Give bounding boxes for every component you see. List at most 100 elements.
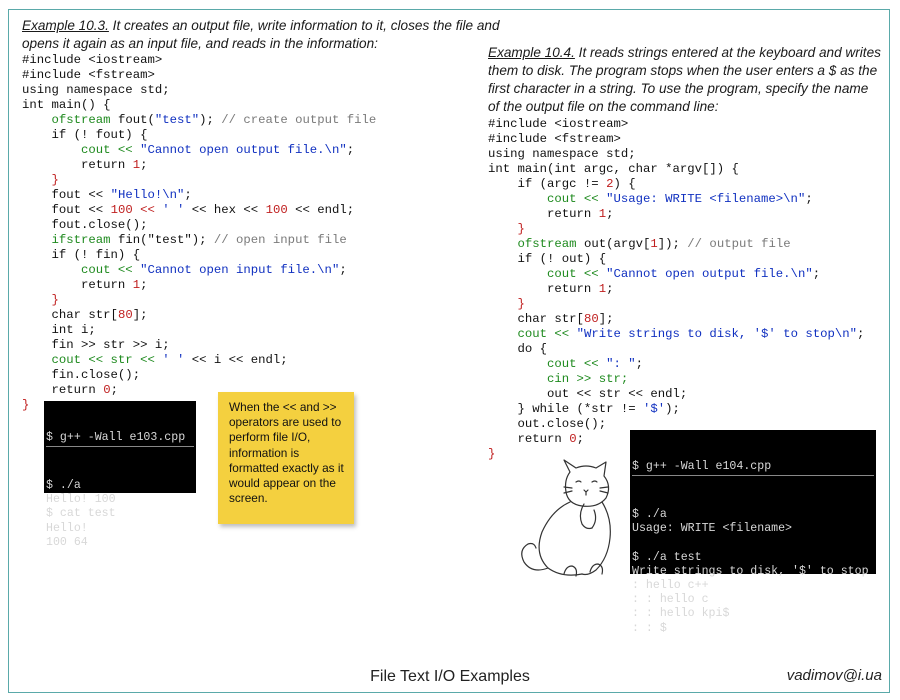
code-token: return [22, 158, 133, 172]
terminal-line: $ cat test [46, 507, 116, 521]
code-token: ": " [606, 357, 636, 371]
code-line: fout << 100 << ' ' << hex << 100 << endl… [22, 203, 376, 218]
code-token: if (! fout) { [22, 128, 148, 142]
example1-text-line2: opens it again as an input file, and rea… [22, 36, 378, 51]
terminal-line: : : hello c [632, 593, 709, 607]
code-line: #include <iostream> [488, 117, 864, 132]
code-token: #include <fstream> [488, 132, 621, 146]
code-line: using namespace std; [22, 83, 376, 98]
terminal1-output: $ ./a Hello! 100 $ cat test Hello! 100 64 [46, 479, 194, 550]
code-line: cout << "Cannot open input file.\n"; [22, 263, 376, 278]
code-token: cout << [488, 267, 607, 281]
code-token: fin >> str >> i; [22, 338, 170, 352]
code-token: using namespace std; [488, 147, 636, 161]
code-token: } [488, 297, 525, 311]
code-token: if (! fin) { [22, 248, 141, 262]
code-token: 0 [569, 432, 577, 446]
code-token: ; [606, 207, 614, 221]
code-line: } [488, 222, 864, 237]
code-token: 1 [132, 158, 141, 172]
code-token: 100 [265, 203, 288, 217]
terminal-line: Write strings to disk, '$' to stop [632, 564, 869, 578]
code-token: do { [488, 342, 548, 356]
terminal-line: $ ./a test [632, 550, 702, 564]
code-token: fin("test"); [110, 233, 214, 247]
code-token: } while (*str != [488, 402, 643, 416]
code-token: 1 [598, 207, 607, 221]
code-token: out << str << endl; [488, 387, 688, 401]
code-token: if (! out) { [488, 252, 607, 266]
code-token: ]; [598, 312, 614, 326]
code-line: if (argc != 2) { [488, 177, 864, 192]
terminal-line: : : $ [632, 621, 667, 635]
example1-text-line1: It creates an output file, write informa… [108, 18, 500, 33]
code-line: char str[80]; [488, 312, 864, 327]
code-token: << [132, 203, 163, 217]
code-line: #include <fstream> [488, 132, 864, 147]
code-line: } while (*str != '$'); [488, 402, 864, 417]
code-token: 0 [103, 383, 111, 397]
code-token: } [488, 222, 525, 236]
code-token: #include <iostream> [488, 117, 629, 131]
terminal-line: : hello c++ [632, 578, 709, 592]
code-token: int main() { [22, 98, 111, 112]
code-line: } [22, 173, 376, 188]
code-token: ]); [657, 237, 688, 251]
code-token: ; [140, 278, 148, 292]
example2-text-line3: first character in a string. To use the … [488, 81, 869, 96]
code-token: ; [184, 188, 192, 202]
example2-label: Example 10.4. [488, 45, 575, 60]
code-token: 1 [132, 278, 141, 292]
code-token: char str[ [488, 312, 584, 326]
terminal1: $ g++ -Wall e103.cpp $ ./a Hello! 100 $ ca… [44, 401, 196, 549]
code-token: } [22, 398, 30, 412]
code-token: "Hello!\n" [110, 188, 185, 202]
code-token: 80 [117, 308, 133, 322]
code-token: if (argc != [488, 177, 607, 191]
code-line: } [22, 293, 376, 308]
code-token: ; [346, 143, 355, 157]
code-line: int i; [22, 323, 376, 338]
code-token: ' ' [162, 353, 185, 367]
code-token: ' ' [162, 203, 185, 217]
code-line: return 1; [488, 207, 864, 222]
code-token: ifstream [51, 233, 111, 247]
sticky-note-text: When the << and >> operators are used to… [229, 400, 344, 506]
code-line: if (! fin) { [22, 248, 376, 263]
code-token: return [488, 432, 570, 446]
terminal-line: 100 64 [46, 535, 88, 549]
code-token: ; [110, 383, 118, 397]
footer-email: vadimov@i.ua [786, 667, 882, 684]
code-line: if (! out) { [488, 252, 864, 267]
code-token: cin >> str; [488, 372, 629, 386]
code-line: out << str << endl; [488, 387, 864, 402]
code-line: } [488, 297, 864, 312]
example2-intro: Example 10.4. It reads strings entered a… [488, 44, 888, 116]
sticky-note: When the << and >> operators are used to… [218, 392, 354, 524]
example1-intro: Example 10.3. It creates an output file,… [22, 17, 522, 53]
code-token: ; [812, 267, 821, 281]
code-token: fout << [22, 203, 111, 217]
code-line: do { [488, 342, 864, 357]
terminal-line: : : hello kpi$ [632, 607, 730, 621]
code-token: fout( [110, 113, 155, 127]
code-token: using namespace std; [22, 83, 170, 97]
code-line: return 1; [22, 158, 376, 173]
terminal-line: $ ./a [46, 479, 81, 492]
code-line: cout << ": "; [488, 357, 864, 372]
code-token: ]; [132, 308, 148, 322]
code-token: // output file [687, 237, 791, 251]
code-token: ; [339, 263, 347, 277]
code-token: return [488, 282, 599, 296]
code-token: << i << endl; [184, 353, 288, 367]
cat-drawing-icon [521, 459, 611, 577]
terminal-line: Hello! [46, 521, 88, 535]
code-line: int main(int argc, char *argv[]) { [488, 162, 864, 177]
code-line: if (! fout) { [22, 128, 376, 143]
code-token: ; [856, 327, 865, 341]
code-token: return [488, 207, 599, 221]
code-token: #include <fstream> [22, 68, 155, 82]
